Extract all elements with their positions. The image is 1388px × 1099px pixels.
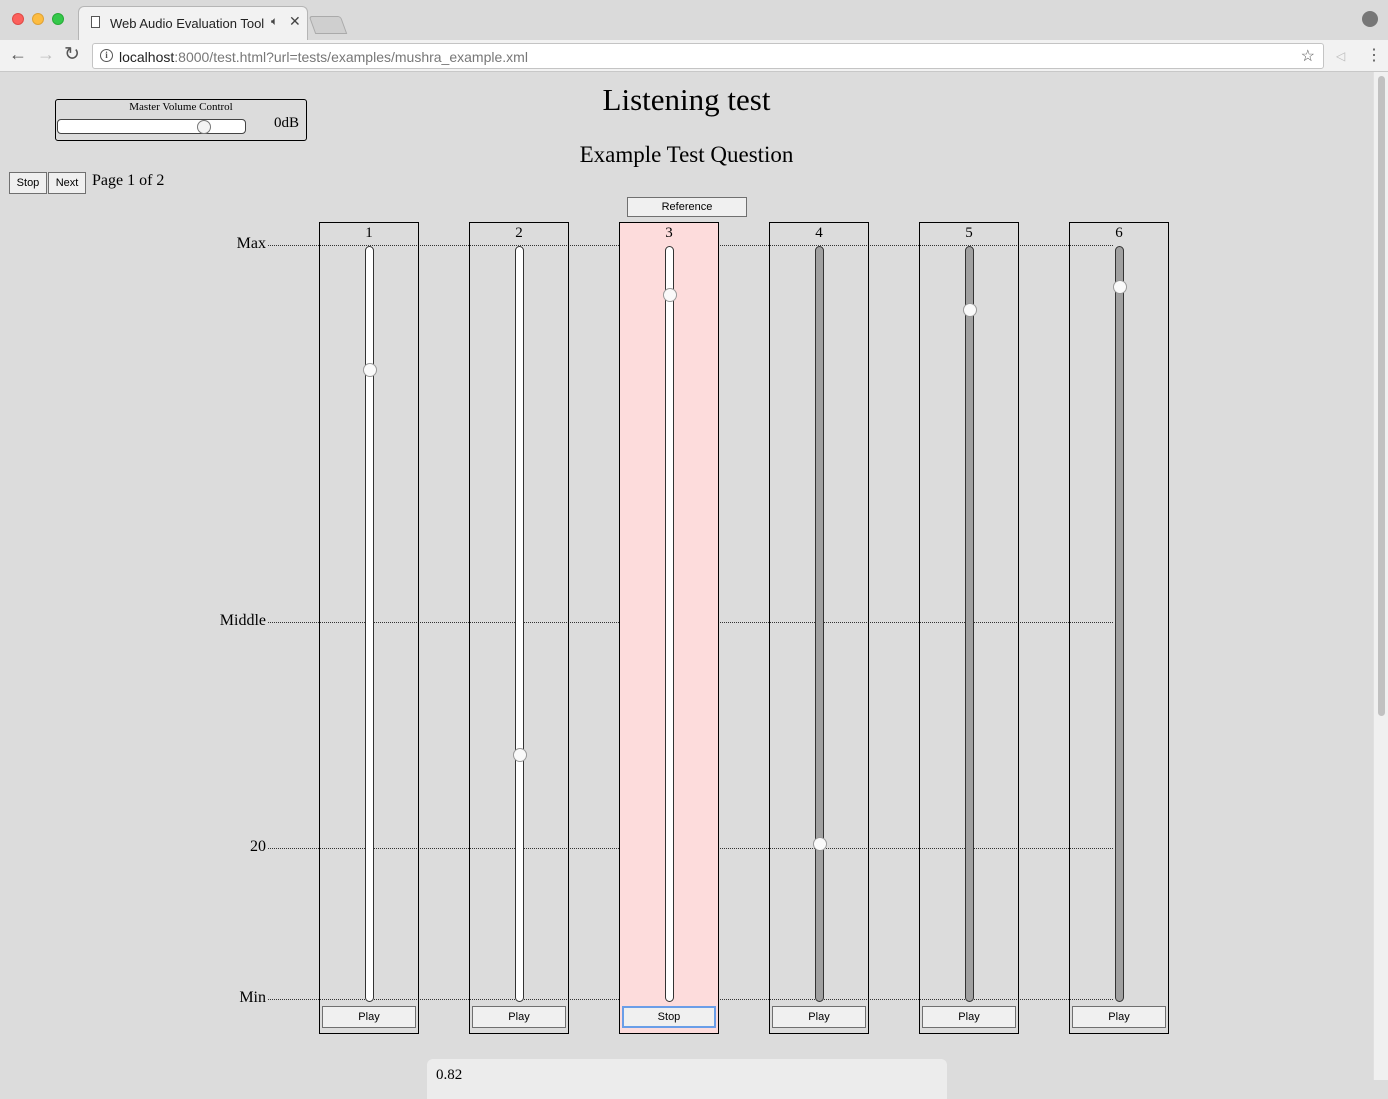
fragment-column-6: 6 Play [1069,222,1169,1034]
play-button[interactable]: Play [1072,1006,1166,1028]
stop-button[interactable]: Stop [9,172,47,194]
master-volume-slider-thumb[interactable] [196,120,211,134]
stop-button[interactable]: Stop [622,1006,716,1028]
scale-label-max: Max [236,235,266,252]
fragment-slider-track[interactable] [965,246,974,1002]
page-icon [91,16,100,28]
bookmark-star-icon[interactable]: ☆ [1301,46,1315,66]
reference-button[interactable]: Reference [627,197,747,217]
fragment-column-3: 3 Stop [619,222,719,1034]
fragment-label: 2 [515,225,523,241]
play-button[interactable]: Play [772,1006,866,1028]
next-button[interactable]: Next [48,172,86,194]
more-menu-icon[interactable]: ⋮ [1366,45,1382,65]
speaker-icon[interactable]: 🔈︎ [271,14,278,29]
fragment-slider-track[interactable] [665,246,674,1002]
fragment-slider-thumb[interactable] [963,303,977,318]
new-tab-button[interactable] [308,16,348,34]
browser-tab[interactable]: Web Audio Evaluation Tool 🔈︎ ✕ [78,6,308,40]
tab-title: Web Audio Evaluation Tool [110,16,265,31]
scale-label-min: Min [239,989,266,1006]
master-volume-track[interactable] [57,119,246,134]
play-button[interactable]: Play [322,1006,416,1028]
page-title: Listening test [602,82,771,117]
fragment-slider-track[interactable] [815,246,824,1002]
address-bar[interactable]: i localhost:8000/test.html?url=tests/exa… [92,43,1324,69]
test-question: Example Test Question [579,142,794,167]
fragment-label: 6 [1115,225,1123,241]
value-readout: 0.82 [427,1059,947,1099]
fragment-label: 3 [665,225,673,241]
scale-label-20: 20 [250,838,266,856]
fragment-slider-thumb[interactable] [363,363,377,378]
minimize-window-icon[interactable] [32,13,44,25]
page-scrollbar[interactable] [1373,72,1388,1080]
reload-icon[interactable]: ↻ [64,43,80,66]
url-text: localhost:8000/test.html?url=tests/examp… [119,49,528,65]
fragment-slider-track[interactable] [365,246,374,1002]
fragment-column-1: 1 Play [319,222,419,1034]
page-indicator: Page 1 of 2 [92,172,165,189]
value-readout-text: 0.82 [436,1067,463,1083]
fragment-column-2: 2 Play [469,222,569,1034]
fragment-slider-thumb[interactable] [1113,280,1127,295]
play-button[interactable]: Play [472,1006,566,1028]
maximize-window-icon[interactable] [52,13,64,25]
browser-toolbar: ← → ↻ i localhost:8000/test.html?url=tes… [0,40,1388,72]
extension-icon[interactable]: ◁ [1336,49,1345,63]
scale-label-middle: Middle [219,612,266,629]
scrollbar-thumb[interactable] [1378,76,1385,716]
back-arrow-icon[interactable]: ← [9,44,27,65]
fragment-slider-thumb[interactable] [663,288,677,302]
fragment-label: 4 [815,225,823,241]
fragment-label: 1 [365,225,373,241]
info-icon[interactable]: i [100,49,113,62]
play-button[interactable]: Play [922,1006,1016,1028]
fragment-slider-thumb[interactable] [513,747,527,762]
tab-close-icon[interactable]: ✕ [289,13,301,30]
fragment-column-4: 4 Play [769,222,869,1034]
forward-arrow-icon[interactable]: → [37,44,55,65]
fragment-column-5: 5 Play [919,222,1019,1034]
fragment-label: 5 [965,225,973,241]
profile-icon[interactable] [1362,11,1378,27]
fragment-slider-track[interactable] [1115,246,1124,1002]
fragment-slider-track[interactable] [515,246,524,1002]
browser-tab-strip: Web Audio Evaluation Tool 🔈︎ ✕ [0,0,1388,40]
close-window-icon[interactable] [12,13,24,25]
page-content: Master Volume Control 0dB Listening test… [0,72,1373,1099]
fragment-slider-thumb[interactable] [813,836,827,851]
